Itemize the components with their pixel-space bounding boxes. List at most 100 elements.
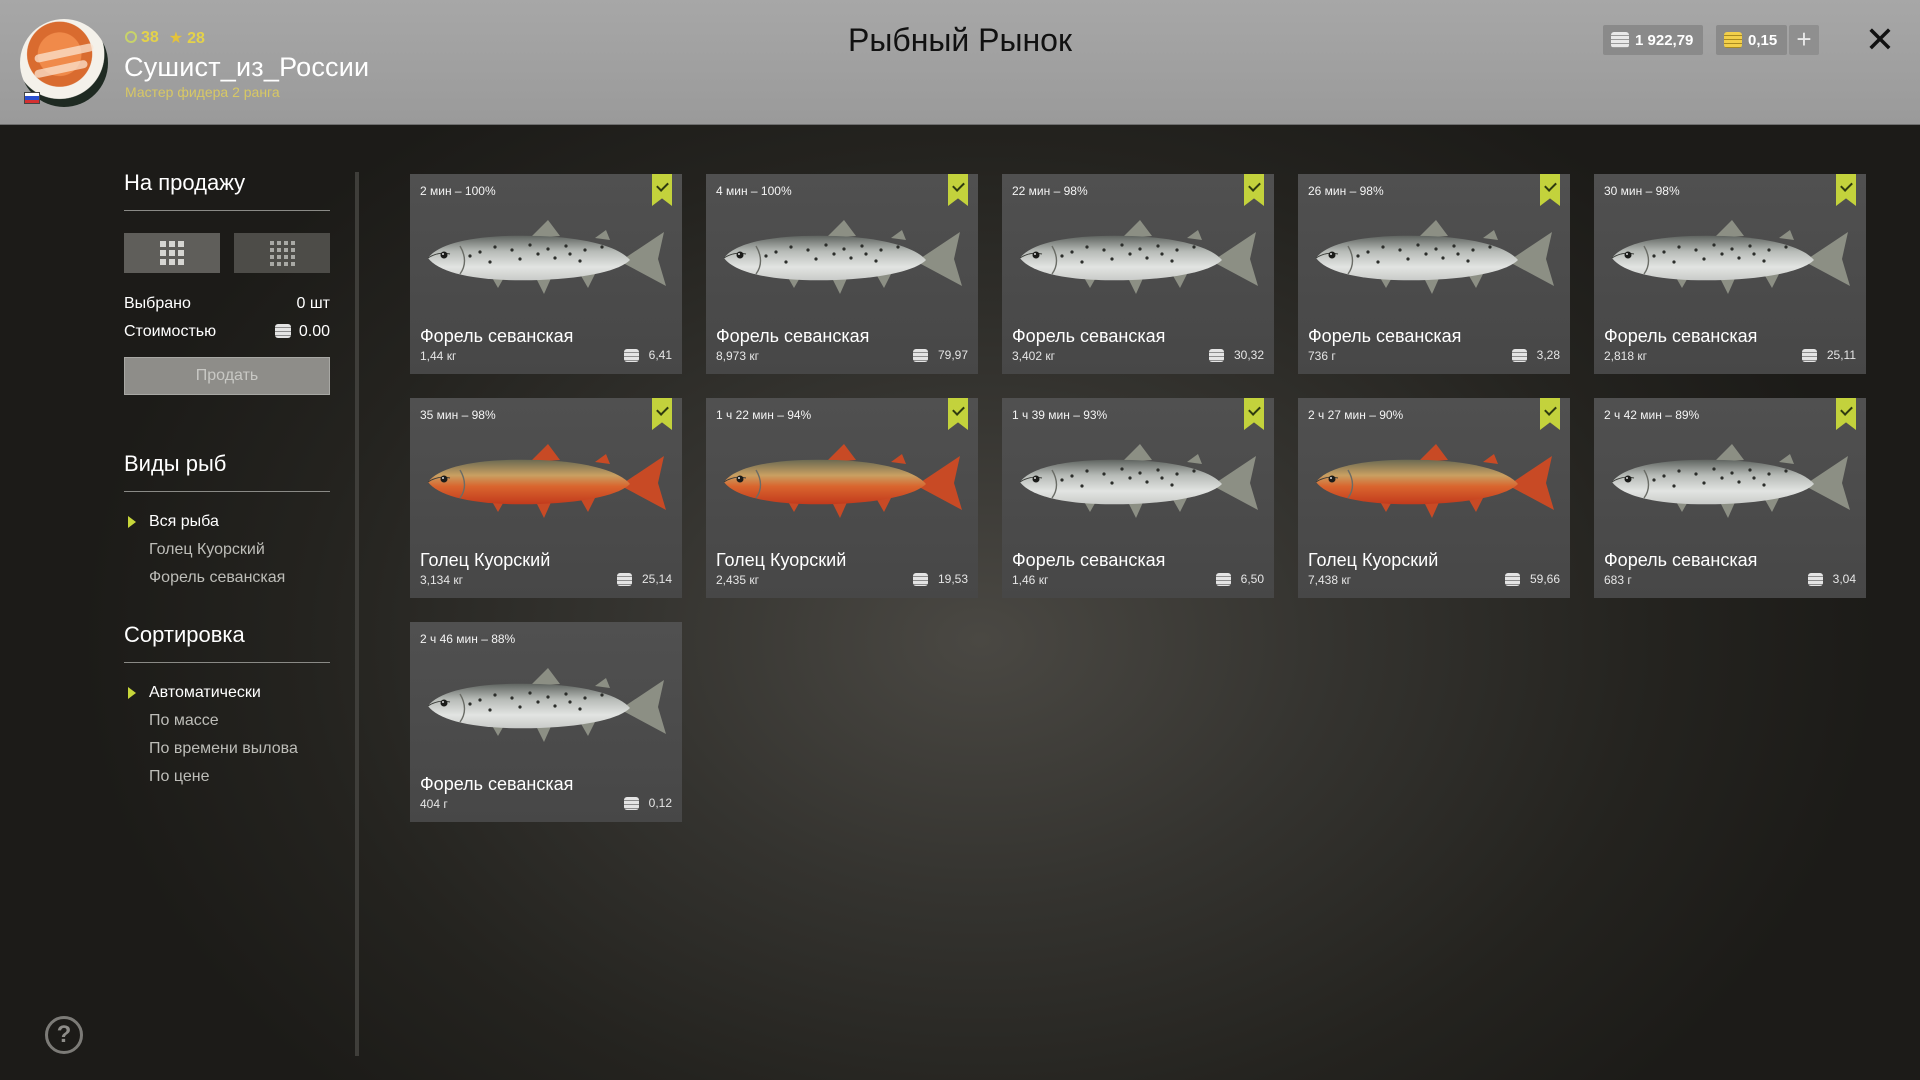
close-button[interactable]: ✕ (1862, 22, 1898, 58)
coin-icon (1511, 348, 1527, 362)
fish-card[interactable]: 2 мин – 100% Форель севанская 1,44 кг 6,… (410, 174, 682, 374)
grid-large-view-button[interactable] (124, 233, 220, 273)
selected-label: Выбрано (124, 295, 191, 312)
bookmark-check-icon[interactable] (1244, 174, 1264, 206)
coin-icon (1208, 348, 1224, 362)
coin-icon (1215, 572, 1231, 586)
fish-price-value: 3,04 (1832, 572, 1856, 586)
fish-card[interactable]: 35 мин – 98% Голец Куорский 3,134 кг 25,… (410, 398, 682, 598)
fish-price: 3,28 (1511, 348, 1560, 362)
fish-card[interactable]: 4 мин – 100% Форель севанская 8,973 кг 7… (706, 174, 978, 374)
for-sale-title: На продажу (124, 170, 330, 211)
fish-price-value: 6,50 (1240, 572, 1264, 586)
fish-icon (420, 214, 674, 304)
fish-price: 79,97 (912, 348, 968, 362)
catch-time: 4 мин – 100% (716, 184, 792, 198)
sidebar: На продажу Выбрано 0 шт Стоимостью 0.00 … (124, 170, 330, 791)
fish-price-value: 25,11 (1826, 348, 1856, 362)
coin-icon (1504, 572, 1520, 586)
bookmark-check-icon[interactable] (652, 398, 672, 430)
catch-time: 2 ч 27 мин – 90% (1308, 408, 1404, 422)
fish-price-value: 25,14 (641, 572, 672, 586)
fish-price: 6,50 (1215, 572, 1264, 586)
sort-option-time[interactable]: По времени вылова (124, 735, 330, 763)
fish-price-value: 19,53 (937, 572, 968, 586)
fish-icon (1308, 438, 1562, 528)
sort-option-mass[interactable]: По массе (124, 707, 330, 735)
species-option-char[interactable]: Голец Куорский (124, 536, 330, 564)
coin-icon (1611, 32, 1629, 48)
fish-icon (1308, 214, 1562, 304)
fish-card[interactable]: 1 ч 22 мин – 94% Голец Куорский 2,435 кг… (706, 398, 978, 598)
sort-option-auto[interactable]: Автоматически (124, 679, 330, 707)
grid-large-icon (160, 241, 184, 265)
cost-value: 0.00 (298, 323, 330, 340)
selected-row: Выбрано 0 шт (124, 295, 330, 313)
fish-price-value: 3,28 (1536, 348, 1560, 362)
bookmark-check-icon[interactable] (1836, 398, 1856, 430)
fish-price: 0,12 (623, 796, 672, 810)
catch-time: 1 ч 39 мин – 93% (1012, 408, 1108, 422)
add-gold-button[interactable]: + (1789, 25, 1819, 55)
bookmark-check-icon[interactable] (1836, 174, 1856, 206)
fish-icon (1012, 438, 1266, 528)
fish-name: Форель севанская (420, 326, 574, 346)
fish-card[interactable]: 2 ч 27 мин – 90% Голец Куорский 7,438 кг… (1298, 398, 1570, 598)
fish-weight: 2,435 кг (716, 573, 759, 587)
coin-icon (1801, 348, 1817, 362)
grid-small-view-button[interactable] (234, 233, 330, 273)
fish-price: 25,14 (616, 572, 672, 586)
plus-icon: + (1796, 24, 1812, 54)
close-icon: ✕ (1864, 19, 1896, 60)
fish-price-value: 79,97 (937, 348, 968, 362)
coin-icon (912, 572, 928, 586)
fish-card[interactable]: 22 мин – 98% Форель севанская 3,402 кг 3… (1002, 174, 1274, 374)
help-icon: ? (56, 1021, 72, 1048)
help-button[interactable]: ? (45, 1016, 83, 1054)
fish-weight: 8,973 кг (716, 349, 759, 363)
coin-icon (623, 348, 639, 362)
catch-time: 30 мин – 98% (1604, 184, 1680, 198)
species-option-all[interactable]: Вся рыба (124, 508, 330, 536)
coin-icon (623, 796, 639, 810)
view-toggle (124, 233, 330, 273)
fish-icon (1604, 438, 1858, 528)
species-list: Вся рыба Голец Куорский Форель севанская (124, 508, 330, 592)
species-title: Виды рыб (124, 451, 330, 492)
fish-name: Форель севанская (1604, 326, 1758, 346)
sort-option-price[interactable]: По цене (124, 763, 330, 791)
bookmark-check-icon[interactable] (948, 174, 968, 206)
fish-card[interactable]: 30 мин – 98% Форель севанская 2,818 кг 2… (1594, 174, 1866, 374)
coin-icon (616, 572, 632, 586)
fish-icon (716, 438, 970, 528)
catch-time: 2 ч 42 мин – 89% (1604, 408, 1700, 422)
cost-row: Стоимостью 0.00 (124, 323, 330, 341)
sidebar-divider (355, 172, 359, 1056)
fish-weight: 683 г (1604, 573, 1632, 587)
fish-name: Голец Куорский (420, 550, 551, 570)
fish-card[interactable]: 26 мин – 98% Форель севанская 736 г 3,28 (1298, 174, 1570, 374)
fish-price-value: 59,66 (1529, 572, 1560, 586)
fish-card[interactable]: 1 ч 39 мин – 93% Форель севанская 1,46 к… (1002, 398, 1274, 598)
bookmark-check-icon[interactable] (1244, 398, 1264, 430)
fish-price-value: 6,41 (648, 348, 672, 362)
fish-weight: 2,818 кг (1604, 349, 1647, 363)
fish-price: 30,32 (1208, 348, 1264, 362)
catch-time: 35 мин – 98% (420, 408, 496, 422)
species-option-trout[interactable]: Форель севанская (124, 564, 330, 592)
bookmark-check-icon[interactable] (652, 174, 672, 206)
fish-card[interactable]: 2 ч 42 мин – 89% Форель севанская 683 г … (1594, 398, 1866, 598)
fish-price-value: 30,32 (1233, 348, 1264, 362)
fish-name: Голец Куорский (1308, 550, 1439, 570)
bookmark-check-icon[interactable] (1540, 398, 1560, 430)
fish-name: Форель севанская (1604, 550, 1758, 570)
bookmark-check-icon[interactable] (1540, 174, 1560, 206)
bookmark-check-icon[interactable] (948, 398, 968, 430)
fish-card[interactable]: 2 ч 46 мин – 88% Форель севанская 404 г … (410, 622, 682, 822)
silver-balance: 1 922,79 (1603, 25, 1704, 55)
fish-weight: 7,438 кг (1308, 573, 1351, 587)
fish-name: Форель севанская (1012, 550, 1166, 570)
cost-label: Стоимостью (124, 323, 217, 340)
fish-weight: 1,46 кг (1012, 573, 1049, 587)
sell-button[interactable]: Продать (124, 357, 330, 395)
